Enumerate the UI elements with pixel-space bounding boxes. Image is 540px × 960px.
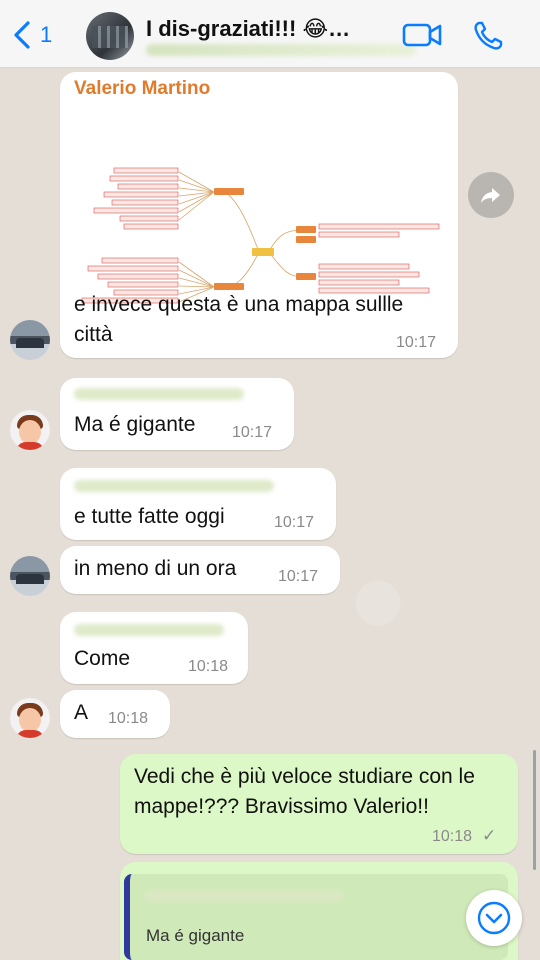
message-bubble-image[interactable]: Valerio Martino e invece questa è una ma… <box>60 72 458 358</box>
message-bubble-reply[interactable]: Ma é gigante <box>120 862 518 960</box>
message-time: 10:17 <box>274 514 315 531</box>
mind-map-graphic <box>81 167 440 304</box>
back-button[interactable]: 1 <box>10 20 52 50</box>
quoted-text: Ma é gigante <box>146 926 245 945</box>
sender-name-blurred <box>74 388 244 400</box>
avatar[interactable] <box>10 556 50 596</box>
avatar[interactable] <box>10 410 50 450</box>
message-time: 10:17 <box>396 334 437 351</box>
quoted-sender-blurred <box>144 890 344 902</box>
message-bubble[interactable]: Come 10:18 <box>60 612 248 684</box>
message-time: 10:18 <box>108 710 149 727</box>
sender-name-blurred <box>74 480 274 492</box>
message-time: 10:17 <box>232 424 273 441</box>
mind-map-image[interactable] <box>74 112 454 312</box>
message-text: A <box>74 701 89 724</box>
message-time: 10:18 <box>188 658 229 675</box>
chevron-down-circle-icon <box>477 901 511 935</box>
message-time: 10:18 <box>432 828 473 845</box>
group-avatar[interactable] <box>86 12 134 60</box>
message-bubble[interactable]: in meno di un ora 10:17 <box>60 546 340 594</box>
sender-name: Valerio Martino <box>74 78 211 99</box>
sent-check-icon: ✓ <box>482 826 497 845</box>
chat-title[interactable]: I dis-graziati!!! 😂… <box>146 16 350 42</box>
scrollbar[interactable] <box>533 750 536 870</box>
message-time: 10:17 <box>278 568 319 585</box>
message-bubble[interactable]: Ma é gigante 10:17 <box>60 378 294 450</box>
message-text: e tutte fatte oggi <box>74 505 225 528</box>
forward-button[interactable] <box>468 172 514 218</box>
forward-icon <box>481 188 500 203</box>
message-text: in meno di un ora <box>74 557 237 580</box>
chevron-left-icon <box>14 21 30 49</box>
quoted-message[interactable]: Ma é gigante <box>124 874 508 960</box>
avatar[interactable] <box>10 320 50 360</box>
avatar[interactable] <box>10 698 50 738</box>
unread-count: 1 <box>40 22 53 47</box>
message-text: Come <box>74 647 131 670</box>
participants-blurred <box>146 44 416 56</box>
video-camera-icon[interactable] <box>402 20 442 50</box>
message-text: e invece questa è una mappa sullle città <box>74 293 404 346</box>
phone-icon[interactable] <box>472 20 504 52</box>
message-text: Vedi che è più veloce studiare con le ma… <box>134 765 475 818</box>
message-bubble-outgoing[interactable]: Vedi che è più veloce studiare con le ma… <box>120 754 518 854</box>
message-bubble[interactable]: e tutte fatte oggi 10:17 <box>60 468 336 540</box>
message-bubble[interactable]: A 10:18 <box>60 690 170 738</box>
message-text: Ma é gigante <box>74 413 196 436</box>
scroll-to-bottom-button[interactable] <box>466 890 522 946</box>
chat-header: 1 I dis-graziati!!! 😂… <box>0 0 540 68</box>
sender-name-blurred <box>74 624 224 636</box>
